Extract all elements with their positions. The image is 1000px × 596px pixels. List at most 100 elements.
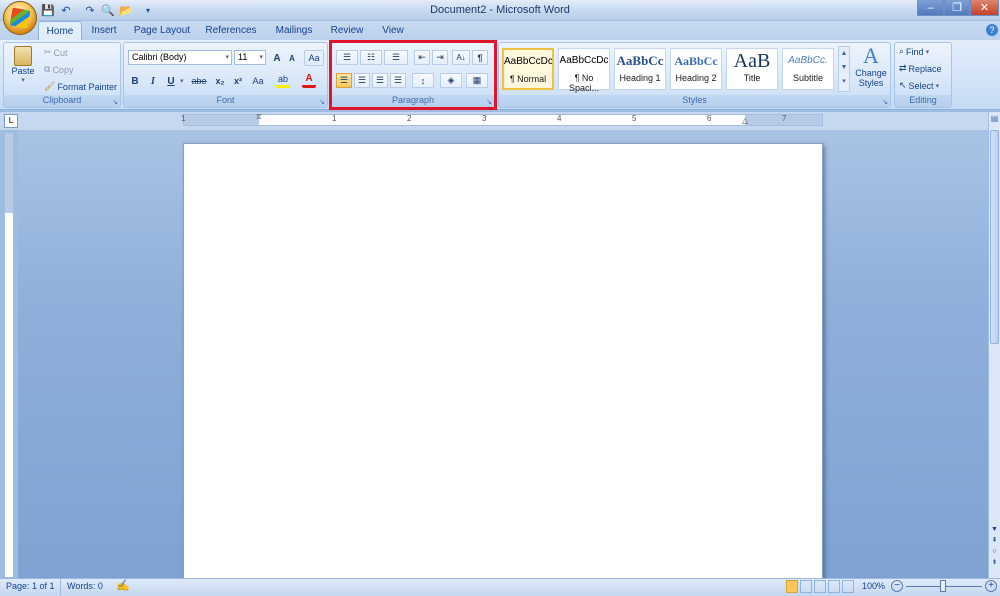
vertical-scrollbar[interactable]: ▤ ▼ ⇞ ○ ⇟: [988, 112, 1000, 578]
tab-mailings[interactable]: Mailings: [270, 21, 318, 40]
dialog-launcher-icon[interactable]: ↘: [882, 98, 888, 106]
help-icon[interactable]: ?: [986, 24, 998, 36]
word-count[interactable]: Words: 0: [67, 581, 103, 591]
style-sample: AaB: [733, 50, 771, 72]
tab-insert[interactable]: Insert: [86, 21, 122, 40]
font-color-button[interactable]: A: [302, 72, 316, 88]
page-count[interactable]: Page: 1 of 1: [6, 581, 55, 591]
chevron-down-icon: ▾: [259, 54, 263, 61]
copy-button[interactable]: ⧉ Copy: [44, 64, 73, 75]
styles-scroll[interactable]: ▲ ▼ ▾: [838, 46, 850, 92]
full-screen-reading-icon[interactable]: [800, 580, 812, 593]
style-name: Heading 1: [619, 73, 661, 83]
zoom-in-icon[interactable]: +: [985, 580, 997, 592]
select-label: Select: [908, 80, 934, 91]
cut-label: Cut: [53, 47, 68, 58]
ruler-number: 2: [407, 114, 412, 123]
style-sample: AaBbCc: [674, 54, 718, 68]
style-name: Title: [743, 73, 761, 83]
chevron-down-icon: ▾: [935, 82, 940, 90]
right-indent-marker-icon[interactable]: △: [742, 116, 748, 125]
paste-button[interactable]: Paste ▾: [10, 46, 36, 84]
style-normal[interactable]: AaBbCcDc ¶ Normal: [502, 48, 554, 90]
style-no-spacing[interactable]: AaBbCcDc ¶ No Spaci...: [558, 48, 610, 93]
zoom-level[interactable]: 100%: [862, 581, 885, 591]
print-layout-icon[interactable]: [786, 580, 798, 593]
dialog-launcher-icon[interactable]: ↘: [112, 98, 118, 106]
scroll-arrows-icon[interactable]: ▼ ⇞ ○ ⇟: [990, 524, 999, 568]
style-heading-1[interactable]: AaBbCc Heading 1: [614, 48, 666, 90]
proofing-icon[interactable]: ✍: [116, 579, 130, 592]
document-page[interactable]: [183, 143, 823, 583]
chevron-down-icon: ▾: [225, 54, 229, 61]
format-painter-button[interactable]: 🖌 Format Painter: [44, 81, 117, 92]
scissors-icon: ✂: [44, 47, 52, 57]
zoom-out-icon[interactable]: −: [891, 580, 903, 592]
clipboard-group: Paste ▾ ✂ Cut ⧉ Copy 🖌 Format Painter Clipb…: [3, 42, 121, 108]
draft-icon[interactable]: [842, 580, 854, 593]
web-layout-icon[interactable]: [814, 580, 826, 593]
restore-button[interactable]: ❐: [944, 0, 970, 16]
minimize-button[interactable]: –: [917, 0, 944, 16]
style-title[interactable]: AaB Title: [726, 48, 778, 90]
ruler-toggle-icon[interactable]: ▤: [990, 114, 999, 126]
ruler-number: 4: [557, 114, 562, 123]
scrollbar-thumb[interactable]: [990, 130, 999, 344]
ruler-number: 3: [482, 114, 487, 123]
clipboard-icon: [14, 46, 32, 66]
paragraph-highlight-box: [329, 40, 497, 110]
ruler-number: 1: [332, 114, 337, 123]
style-name: Heading 2: [675, 73, 717, 83]
tab-references[interactable]: References: [202, 21, 260, 40]
subscript-button[interactable]: x₂: [212, 73, 228, 89]
change-styles-button[interactable]: A Change Styles: [852, 44, 890, 94]
editing-group: ⌕ Find ▾ ⇄ Replace ↖ Select ▾ Editing: [894, 42, 952, 108]
tab-review[interactable]: Review: [328, 21, 366, 40]
dialog-launcher-icon[interactable]: ↘: [319, 98, 325, 106]
tab-view[interactable]: View: [376, 21, 410, 40]
change-case-button[interactable]: Aa: [248, 73, 268, 89]
select-button[interactable]: ↖ Select ▾: [899, 80, 939, 91]
replace-button[interactable]: ⇄ Replace: [899, 63, 942, 74]
grow-font-button[interactable]: A: [270, 50, 284, 66]
outline-icon[interactable]: [828, 580, 840, 593]
view-buttons: [786, 580, 858, 594]
style-name: ¶ Normal: [509, 74, 547, 84]
ruler-number: 1: [181, 114, 186, 123]
strikethrough-button[interactable]: abe: [190, 73, 208, 89]
font-group-label: Font ↘: [124, 95, 327, 107]
paste-label: Paste: [11, 66, 35, 76]
zoom-slider-thumb[interactable]: [940, 580, 946, 592]
find-button[interactable]: ⌕ Find ▾: [899, 46, 929, 57]
tab-page-layout[interactable]: Page Layout: [132, 21, 192, 40]
vertical-ruler[interactable]: [4, 132, 14, 578]
cut-button[interactable]: ✂ Cut: [44, 47, 68, 58]
copy-label: Copy: [52, 64, 74, 75]
style-sample: AaBbCcDc: [559, 55, 609, 66]
style-name: ¶ No Spaci...: [568, 73, 599, 93]
italic-button[interactable]: I: [146, 73, 160, 89]
format-painter-label: Format Painter: [57, 81, 117, 92]
font-size-select[interactable]: 11 ▾: [234, 50, 266, 65]
superscript-button[interactable]: x²: [230, 73, 246, 89]
tab-home[interactable]: Home: [38, 21, 82, 40]
underline-button[interactable]: U: [164, 73, 178, 89]
horizontal-ruler[interactable]: 1 1 2 3 4 5 6 7 ⧖ △: [181, 112, 823, 126]
indent-marker-icon[interactable]: ⧖: [256, 112, 262, 122]
close-button[interactable]: ✕: [970, 0, 999, 16]
ruler-number: 5: [632, 114, 637, 123]
font-family-select[interactable]: Calibri (Body) ▾: [128, 50, 232, 65]
clear-formatting-button[interactable]: Aa: [304, 50, 324, 66]
shrink-font-button[interactable]: A: [286, 50, 298, 66]
style-subtitle[interactable]: AaBbCc. Subtitle: [782, 48, 834, 90]
underline-dropdown-icon[interactable]: ▾: [180, 77, 184, 85]
clipboard-group-label: Clipboard ↘: [4, 95, 120, 107]
copy-icon: ⧉: [44, 64, 51, 74]
paintbrush-icon: 🖌: [44, 81, 56, 91]
style-heading-2[interactable]: AaBbCc Heading 2: [670, 48, 722, 90]
office-button[interactable]: [3, 1, 37, 35]
bold-button[interactable]: B: [128, 73, 142, 89]
editing-group-label: Editing: [895, 95, 951, 107]
text-highlight-button[interactable]: ab: [276, 72, 290, 88]
tab-selector[interactable]: L: [4, 114, 18, 128]
